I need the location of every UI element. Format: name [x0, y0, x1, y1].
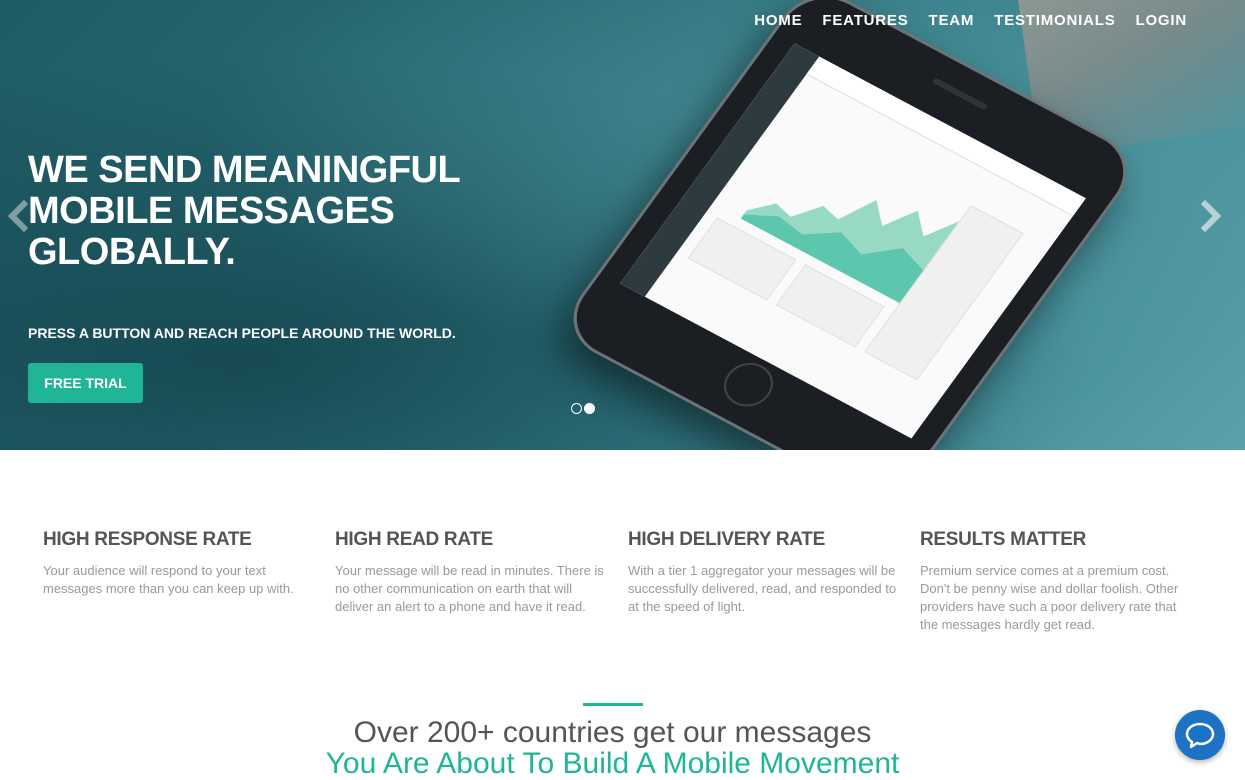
nav-login[interactable]: LOGIN	[1136, 12, 1188, 30]
feature-text: Your message will be read in minutes. Th…	[335, 563, 604, 614]
carousel-dot-1[interactable]	[571, 403, 582, 414]
carousel-indicators	[571, 403, 595, 414]
feature-text: With a tier 1 aggregator your messages w…	[628, 563, 897, 614]
chevron-left-icon[interactable]	[6, 199, 30, 233]
free-trial-button[interactable]: FREE TRIAL	[28, 363, 143, 403]
feature-text: Your audience will respond to your text …	[43, 563, 294, 596]
feature-read-rate: HIGH READ RATE Your message will be read…	[335, 528, 605, 616]
section-divider	[583, 703, 643, 706]
feature-delivery-rate: HIGH DELIVERY RATE With a tier 1 aggrega…	[628, 528, 898, 616]
nav-testimonials[interactable]: TESTIMONIALS	[994, 12, 1115, 30]
chevron-right-icon[interactable]	[1199, 199, 1223, 233]
hero-title: WE SEND MEANINGFUL MOBILE MESSAGES GLOBA…	[28, 150, 488, 273]
hero-title-line: MOBILE MESSAGES	[28, 190, 395, 232]
feature-results-matter: RESULTS MATTER Premium service comes at …	[920, 528, 1190, 634]
movement-tagline: You Are About To Build A Mobile Movement	[325, 747, 900, 780]
hero-carousel: HOME FEATURES TEAM TESTIMONIALS LOGIN WE…	[0, 0, 1245, 450]
hero-title-line: WE SEND MEANINGFUL	[28, 149, 461, 191]
feature-title: HIGH DELIVERY RATE	[628, 529, 825, 550]
main-nav: HOME FEATURES TEAM TESTIMONIALS LOGIN	[754, 12, 1187, 30]
chat-bubble-icon	[1185, 722, 1215, 748]
phone-speaker	[931, 77, 989, 111]
nav-home[interactable]: HOME	[754, 12, 802, 30]
nav-features[interactable]: FEATURES	[822, 12, 908, 30]
feature-title: RESULTS MATTER	[920, 529, 1087, 550]
phone-screen	[620, 43, 1086, 439]
carousel-dot-2[interactable]	[584, 403, 595, 414]
feature-title: HIGH READ RATE	[335, 529, 494, 550]
hero-subtitle: PRESS A BUTTON AND REACH PEOPLE AROUND T…	[28, 325, 456, 341]
feature-text: Premium service comes at a premium cost.…	[920, 563, 1179, 632]
chat-button[interactable]	[1175, 710, 1225, 760]
hero-title-line: GLOBALLY.	[28, 231, 236, 273]
nav-team[interactable]: TEAM	[929, 12, 975, 30]
feature-response-rate: HIGH RESPONSE RATE Your audience will re…	[43, 528, 313, 598]
feature-title: HIGH RESPONSE RATE	[43, 529, 252, 550]
